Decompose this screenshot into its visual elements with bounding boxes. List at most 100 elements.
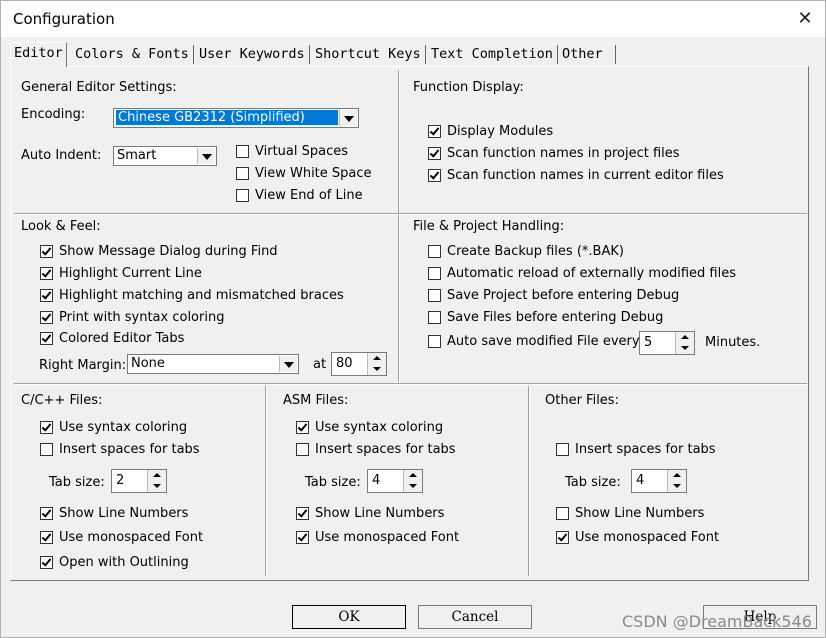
file-project-heading: File & Project Handling: [413,219,565,234]
function-display-heading: Function Display: [413,80,524,95]
tab-separator [615,45,616,64]
cpp-line-numbers-checkbox[interactable] [40,507,53,520]
virtual-spaces-checkbox[interactable] [236,145,249,158]
other-monospaced-label: Use monospaced Font [575,530,720,545]
other-monospaced-checkbox[interactable] [556,531,569,544]
look-feel-heading: Look & Feel: [21,219,101,234]
spin-down-icon[interactable] [667,481,686,492]
asm-spaces-label: Insert spaces for tabs [315,442,456,457]
right-margin-at-value: 80 [336,356,353,371]
cpp-tab-size-spinner[interactable]: 2 [111,469,167,493]
asm-syntax-checkbox[interactable] [296,421,309,434]
colored-tabs-label: Colored Editor Tabs [59,331,185,346]
cpp-monospaced-checkbox[interactable] [40,531,53,544]
colored-tabs-checkbox[interactable] [40,332,53,345]
spin-down-icon[interactable] [675,343,694,354]
tab-shortcut-keys[interactable]: Shortcut Keys [312,44,424,64]
spin-down-icon[interactable] [367,364,386,375]
cpp-spaces-checkbox[interactable] [40,443,53,456]
save-files-checkbox[interactable] [428,311,441,324]
spin-down-icon[interactable] [147,481,166,492]
auto-save-value: 5 [644,335,653,350]
cpp-outlining-checkbox[interactable] [40,556,53,569]
display-modules-label: Display Modules [447,124,554,139]
cpp-spaces-label: Insert spaces for tabs [59,442,200,457]
tab-colors-fonts[interactable]: Colors & Fonts [72,44,192,64]
right-margin-select[interactable]: None [127,354,299,374]
asm-tab-size-label: Tab size: [305,475,361,490]
other-tab-size-spinner[interactable]: 4 [631,469,687,493]
auto-reload-checkbox[interactable] [428,267,441,280]
asm-line-numbers-checkbox[interactable] [296,507,309,520]
other-heading: Other Files: [545,393,619,408]
asm-tab-size-spinner[interactable]: 4 [367,469,423,493]
show-message-label: Show Message Dialog during Find [59,244,278,259]
other-tab-size-label: Tab size: [565,475,621,490]
asm-monospaced-checkbox[interactable] [296,531,309,544]
view-white-space-label: View White Space [255,166,372,181]
encoding-value: Chinese GB2312 (Simplified) [116,110,338,125]
auto-indent-label: Auto Indent: [21,148,102,163]
minutes-label: Minutes. [705,335,761,350]
spin-down-icon[interactable] [403,481,422,492]
print-syntax-checkbox[interactable] [40,311,53,324]
cpp-tab-size-value: 2 [116,473,125,488]
ok-button[interactable]: OK [292,605,406,629]
divider [398,70,400,382]
asm-tab-size-value: 4 [372,473,381,488]
close-icon[interactable]: ✕ [791,5,819,33]
divider [14,213,807,215]
cpp-syntax-checkbox[interactable] [40,421,53,434]
highlight-line-label: Highlight Current Line [59,266,202,281]
asm-syntax-label: Use syntax coloring [315,420,444,435]
display-modules-checkbox[interactable] [428,125,441,138]
virtual-spaces-label: Virtual Spaces [255,144,348,159]
scan-editor-checkbox[interactable] [428,169,441,182]
create-backup-checkbox[interactable] [428,245,441,258]
save-project-checkbox[interactable] [428,289,441,302]
save-project-label: Save Project before entering Debug [447,288,680,303]
cancel-button[interactable]: Cancel [418,605,532,629]
general-heading: General Editor Settings: [21,80,177,95]
auto-reload-label: Automatic reload of externally modified … [447,266,736,281]
view-white-space-checkbox[interactable] [236,167,249,180]
other-line-numbers-checkbox[interactable] [556,507,569,520]
at-label: at [313,357,327,372]
asm-spaces-checkbox[interactable] [296,443,309,456]
highlight-braces-checkbox[interactable] [40,289,53,302]
view-end-of-line-checkbox[interactable] [236,189,249,202]
other-spaces-label: Insert spaces for tabs [575,442,716,457]
watermark: CSDN @DreamBack546 [622,612,812,631]
asm-line-numbers-label: Show Line Numbers [315,506,445,521]
auto-indent-value: Smart [117,148,157,163]
right-margin-spinner[interactable]: 80 [331,352,387,376]
print-syntax-label: Print with syntax coloring [59,310,225,325]
chevron-down-icon[interactable] [339,110,357,126]
tab-editor[interactable]: Editor [10,42,67,67]
right-margin-label: Right Margin: [39,358,127,373]
other-line-numbers-label: Show Line Numbers [575,506,705,521]
chevron-down-icon[interactable] [279,356,297,372]
other-spaces-checkbox[interactable] [556,443,569,456]
view-end-of-line-label: View End of Line [255,188,363,203]
auto-save-checkbox[interactable] [428,335,441,348]
show-message-checkbox[interactable] [40,245,53,258]
divider [528,386,530,576]
highlight-line-checkbox[interactable] [40,267,53,280]
tab-other[interactable]: Other [559,44,606,64]
tab-user-keywords[interactable]: User Keywords [196,44,308,64]
asm-heading: ASM Files: [283,393,349,408]
chevron-down-icon[interactable] [197,148,215,164]
divider [265,386,267,576]
tab-text-completion[interactable]: Text Completion [428,44,556,64]
tab-separator [309,45,310,64]
encoding-select[interactable]: Chinese GB2312 (Simplified) [113,108,359,128]
auto-indent-select[interactable]: Smart [113,146,217,166]
cpp-line-numbers-label: Show Line Numbers [59,506,189,521]
scan-project-checkbox[interactable] [428,147,441,160]
window-title: Configuration [13,10,115,28]
right-margin-value: None [131,356,165,371]
tab-separator [193,45,194,64]
auto-save-spinner[interactable]: 5 [639,331,695,355]
highlight-braces-label: Highlight matching and mismatched braces [59,288,344,303]
